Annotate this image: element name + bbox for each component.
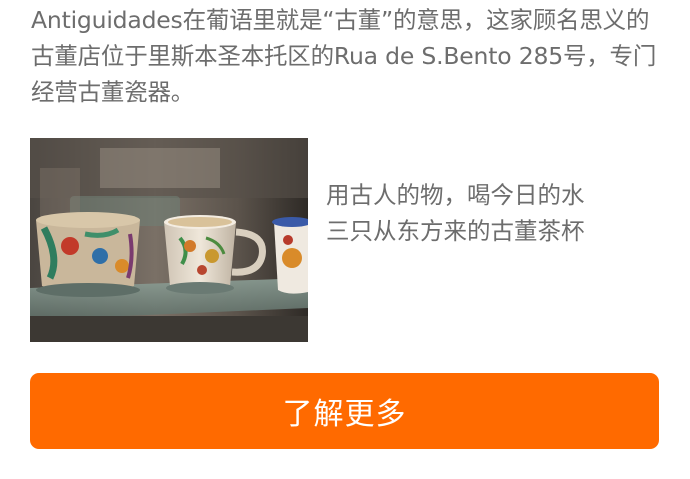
article-intro-text: Antiguidades在葡语里就是“古董”的意思，这家顾名思义的古董店位于里斯… (31, 6, 657, 106)
caption-line-2: 三只从东方来的古董茶杯 (326, 217, 585, 245)
photo-caption: 用古人的物，喝今日的水 三只从东方来的古董茶杯 (326, 177, 656, 249)
caption-line-1: 用古人的物，喝今日的水 (326, 181, 585, 209)
antique-teacups-photo (30, 138, 308, 342)
learn-more-button[interactable]: 了解更多 (30, 373, 659, 449)
